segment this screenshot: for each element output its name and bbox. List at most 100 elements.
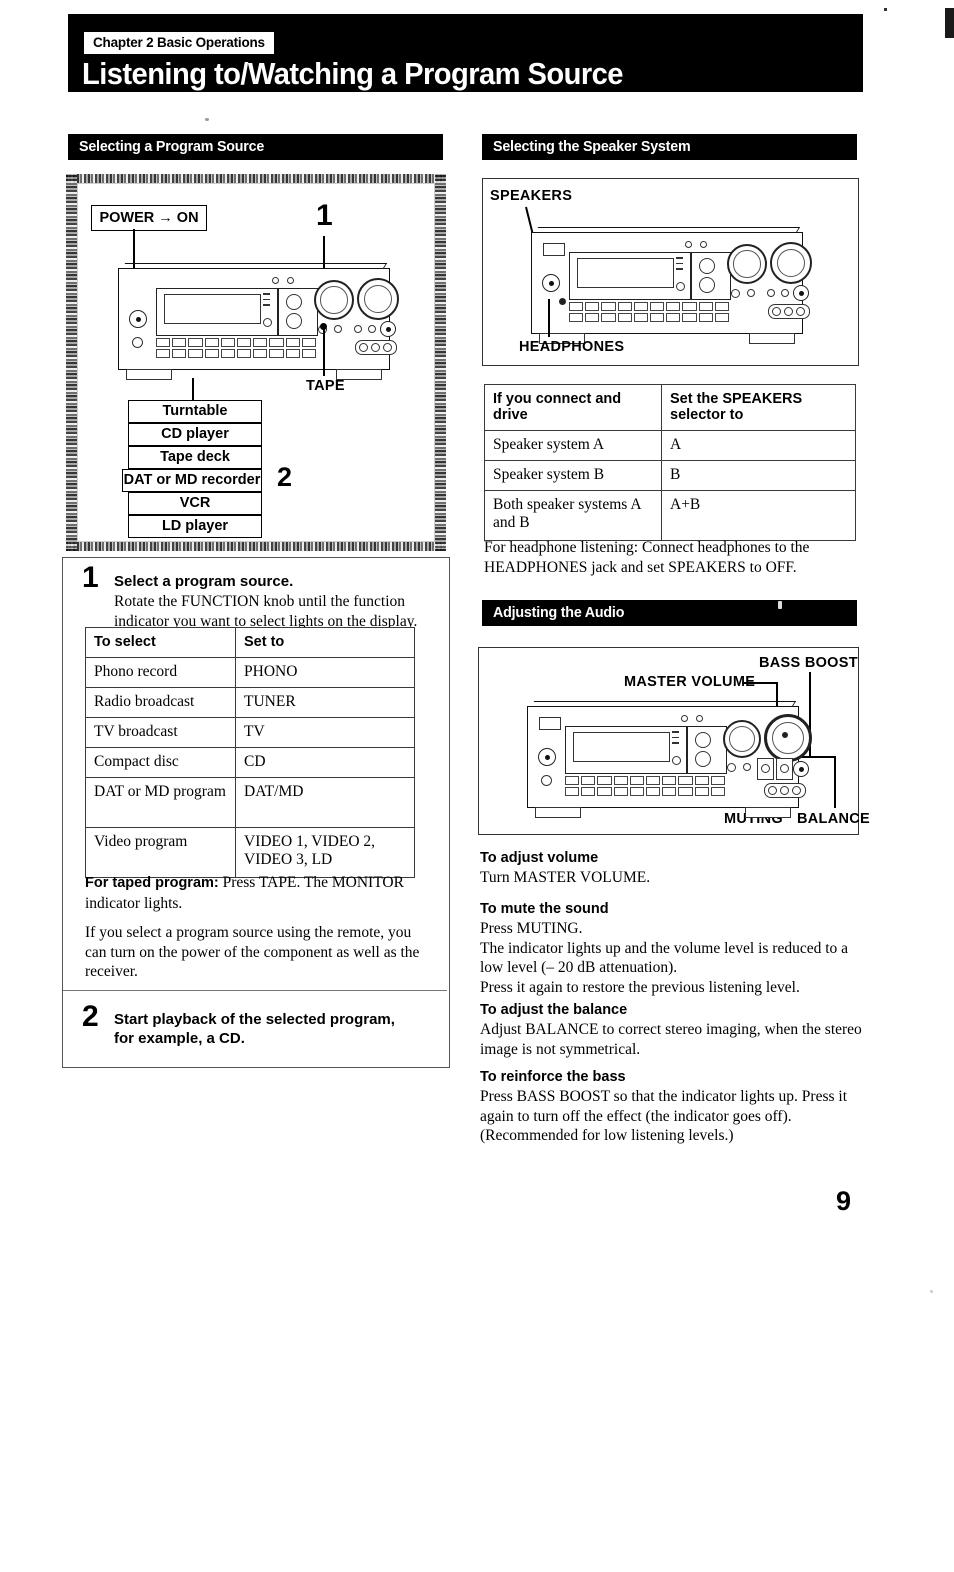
body-reinforce-bass: Press BASS BOOST so that the indicator l…	[480, 1088, 847, 1144]
table-row: Radio broadcast TUNER	[85, 687, 415, 718]
program-source-figure: POWER → ON 1 TAPE Turntable CD player Ta…	[66, 174, 446, 551]
receiver-small-hole-2	[747, 289, 755, 297]
table-row: Video program VIDEO 1, VIDEO 2, VIDEO 3,…	[85, 827, 415, 878]
balance-knob-icon	[380, 321, 396, 337]
body-adjust-balance: Adjust BALANCE to correct stereo imaging…	[480, 1021, 862, 1058]
function-knob	[314, 280, 354, 320]
step-2-title: Start playback of the selected program, …	[114, 1011, 395, 1047]
display-indicator-ticks	[263, 293, 270, 310]
strip-hole-2	[784, 307, 793, 316]
receiver-foot-right	[749, 333, 795, 344]
tape-label: TAPE	[306, 378, 345, 394]
receiver-badge	[539, 717, 561, 730]
master-volume-knob-left-fig	[357, 278, 399, 320]
power-button-icon	[538, 748, 556, 766]
receiver-foot-left	[535, 807, 581, 818]
function-knob	[723, 720, 761, 758]
scan-dot-mark	[884, 8, 887, 11]
page-title: Listening to/Watching a Program Source	[82, 56, 623, 91]
step-1-body: Rotate the FUNCTION knob until the funct…	[114, 593, 418, 630]
source-box-cd-player: CD player	[128, 423, 262, 446]
cell-select-phono: Phono record	[85, 657, 236, 688]
cell-setto-datmd: DAT/MD	[235, 777, 415, 828]
figure-border-noise-right	[435, 174, 446, 551]
table-row: Speaker system B B	[484, 460, 856, 491]
note-remote: If you select a program source using the…	[85, 924, 420, 980]
note-taped-program-lead: For taped program:	[85, 875, 219, 891]
strip-hole-2	[780, 786, 789, 795]
callout-power-on-label: POWER → ON	[99, 210, 199, 226]
receiver-small-hole-2	[334, 325, 342, 333]
cell-speaker-ab: Both speaker systems A and B	[484, 490, 662, 541]
figure-callout-1: 1	[316, 199, 333, 232]
source-box-tape-deck: Tape deck	[128, 446, 262, 469]
speaker-selector-table: If you connect and drive Set the SPEAKER…	[484, 384, 856, 541]
balance-knob-icon	[793, 761, 809, 777]
master-volume-label: MASTER VOLUME	[624, 674, 756, 690]
table-row: Phono record PHONO	[85, 657, 415, 688]
receiver-foot-left	[126, 369, 172, 380]
small-jack-icon	[132, 337, 143, 348]
receiver-illustration-audio	[527, 701, 812, 818]
table-row: TV broadcast TV	[85, 717, 415, 748]
cell-selector-a: A	[661, 430, 856, 461]
figure-callout-2: 2	[277, 462, 293, 492]
section-bar-speaker-system: Selecting the Speaker System	[482, 134, 857, 160]
th-set-to: Set to	[235, 627, 415, 658]
display-indicator-hole	[676, 282, 685, 291]
table-row: Speaker system A A	[484, 430, 856, 461]
step-1-number: 1	[82, 561, 99, 594]
figure-border-noise-left	[66, 174, 77, 551]
source-box-turntable: Turntable	[128, 400, 262, 423]
cell-setto-video: VIDEO 1, VIDEO 2, VIDEO 3, LD	[235, 827, 415, 878]
tape-leader-line	[323, 326, 325, 376]
th-if-connect-drive: If you connect and drive	[484, 384, 662, 431]
bass-boost-label: BASS BOOST	[759, 655, 858, 671]
adjusting-audio-figure: MASTER VOLUME BASS BOOST MUTING BALANCE	[478, 647, 870, 835]
th-to-select: To select	[85, 627, 236, 658]
small-jack-icon	[541, 775, 552, 786]
strip-hole-3	[792, 786, 801, 795]
note-taped-program: For taped program: Press TAPE. The MONIT…	[85, 873, 415, 913]
cell-select-datmd: DAT or MD program	[85, 777, 236, 828]
receiver-led-2	[700, 241, 707, 248]
source-box-turntable-label: Turntable	[162, 403, 228, 419]
page-banner: Chapter 2 Basic Operations Listening to/…	[68, 14, 863, 92]
section-bar-program-source: Selecting a Program Source	[68, 134, 443, 160]
cell-select-cd: Compact disc	[85, 747, 236, 778]
callout-power-on: POWER → ON	[91, 205, 207, 231]
cell-setto-cd: CD	[235, 747, 415, 778]
cell-setto-tv: TV	[235, 717, 415, 748]
master-volume-leader-horizontal	[742, 682, 778, 684]
bass-boost-indicator-hole	[780, 764, 789, 773]
receiver-small-hole-3	[354, 325, 362, 333]
speakers-selector-jack	[542, 274, 560, 292]
section-bar-program-source-label: Selecting a Program Source	[79, 138, 265, 155]
cell-setto-tuner: TUNER	[235, 687, 415, 718]
section-bar-adjusting-audio: Adjusting the Audio	[482, 600, 857, 626]
source-box-tape-deck-label: Tape deck	[160, 449, 230, 465]
cell-selector-b: B	[661, 460, 856, 491]
scan-speck	[778, 601, 782, 609]
source-box-vcr-label: VCR	[179, 495, 211, 511]
source-box-cd-player-label: CD player	[161, 426, 229, 442]
balance-leader-vertical	[834, 758, 836, 808]
function-knob	[727, 244, 767, 284]
display-indicator-hole	[263, 318, 272, 327]
headphones-label: HEADPHONES	[519, 339, 625, 355]
figure-border-noise-top	[66, 174, 446, 183]
source-box-ld-player-label: LD player	[161, 518, 229, 534]
receiver-aux-knob-2	[286, 313, 302, 329]
section-bar-speaker-system-label: Selecting the Speaker System	[493, 138, 691, 155]
heading-mute-sound: To mute the sound	[480, 901, 609, 917]
heading-adjust-balance: To adjust the balance	[480, 1002, 628, 1018]
receiver-illustration-speakers	[531, 227, 812, 344]
receiver-aux-knob-2	[699, 277, 715, 293]
source-box-vcr: VCR	[128, 492, 262, 515]
step-2-number: 2	[82, 1000, 99, 1033]
power-button-icon	[129, 310, 147, 328]
table-row: DAT or MD program DAT/MD	[85, 777, 415, 828]
balance-knob-icon	[793, 285, 809, 301]
receiver-button-row-top	[156, 338, 317, 347]
source-box-dat-md-recorder: DAT or MD recorder	[122, 469, 262, 492]
